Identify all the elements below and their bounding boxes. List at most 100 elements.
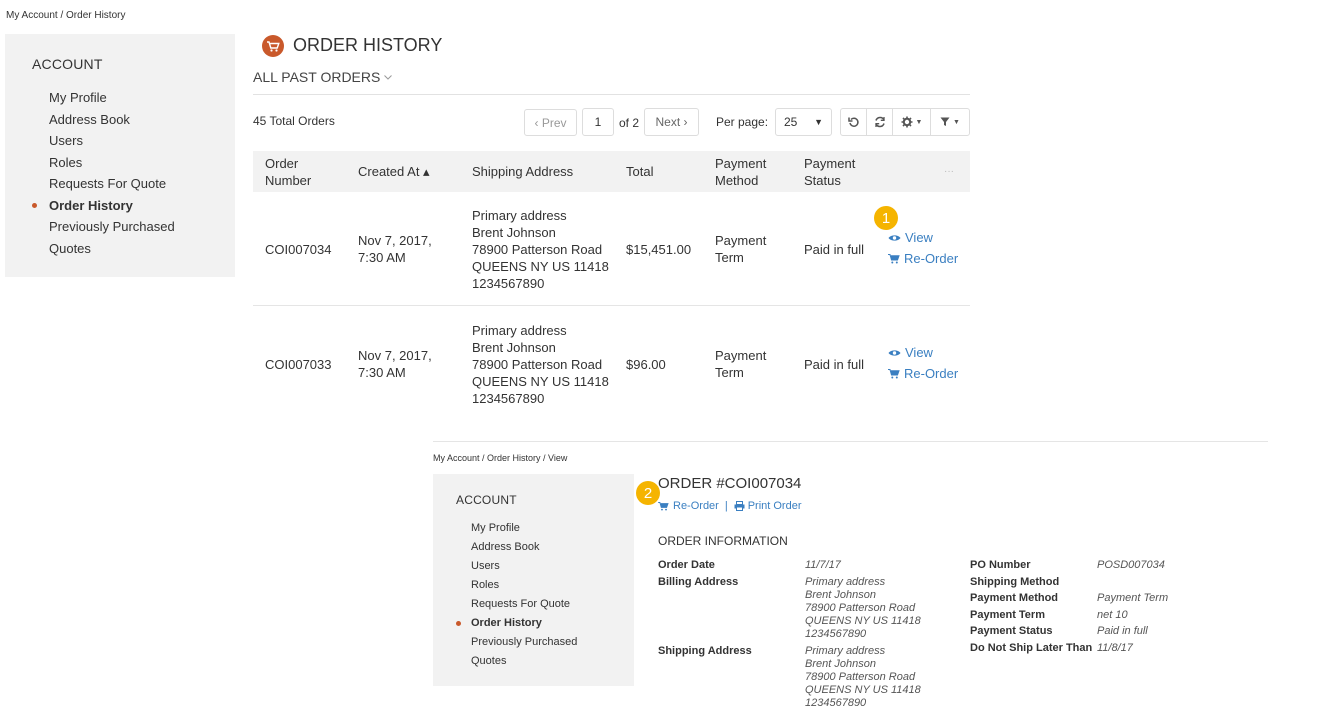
- order-number: COI007033: [265, 357, 332, 372]
- caret-down-icon: ▼: [953, 118, 960, 126]
- view-order-link[interactable]: View: [888, 345, 933, 360]
- column-header-payment-status[interactable]: Payment Status: [804, 155, 874, 189]
- eye-icon: [888, 349, 901, 356]
- order-date-value: 11/7/17: [805, 559, 841, 571]
- column-header-order-number[interactable]: Order Number: [265, 155, 335, 189]
- refresh-button[interactable]: [867, 109, 893, 135]
- address-line: QUEENS NY US 11418: [805, 615, 921, 627]
- reorder-link[interactable]: Re-Order: [658, 500, 719, 512]
- created-at: Nov 7, 2017, 7:30 AM: [358, 348, 432, 380]
- sidebar-item[interactable]: Previously Purchased: [471, 633, 577, 652]
- page-number-input[interactable]: 1: [582, 108, 614, 136]
- info-row: Do Not Ship Later Than 11/8/17: [970, 642, 1168, 659]
- orders-filter-dropdown[interactable]: ALL PAST ORDERS: [253, 69, 393, 85]
- address-line: 1234567890: [472, 276, 545, 291]
- callout-badge: 1: [874, 206, 898, 230]
- table-toolbar: ▼ ▼: [840, 108, 970, 136]
- next-page-button[interactable]: Next ›: [644, 108, 699, 136]
- info-value: net 10: [1097, 608, 1128, 621]
- shipping-address: Primary address Brent Johnson 78900 Patt…: [472, 207, 609, 292]
- address-line: Brent Johnson: [805, 589, 876, 601]
- order-title: ORDER #COI007034: [658, 475, 802, 492]
- address-line: 78900 Patterson Road: [805, 671, 916, 683]
- address-line: QUEENS NY US 11418: [805, 684, 921, 696]
- column-header-payment-method[interactable]: Payment Method: [715, 155, 785, 189]
- payment-method: Payment Term: [715, 348, 767, 380]
- sidebar-item[interactable]: Requests For Quote: [471, 595, 577, 614]
- info-label: Do Not Ship Later Than: [970, 641, 1093, 654]
- sidebar-item[interactable]: Roles: [49, 152, 175, 174]
- sidebar-item[interactable]: Requests For Quote: [49, 173, 175, 195]
- sidebar-item[interactable]: Quotes: [471, 652, 577, 671]
- section-divider: [433, 441, 1268, 442]
- sidebar-item[interactable]: Order History: [455, 614, 577, 633]
- sidebar-nav: My Profile Address Book Users Roles Requests…: [32, 87, 175, 260]
- address-line: Primary address: [805, 645, 886, 657]
- print-order-link[interactable]: Print Order: [734, 500, 802, 512]
- sidebar-title: ACCOUNT: [32, 56, 103, 72]
- per-page-select[interactable]: 25 ▼: [775, 108, 832, 136]
- order-info-right: PO Number POSD007034 Shipping Method Pay…: [970, 559, 1168, 659]
- sidebar-item[interactable]: Previously Purchased: [49, 216, 175, 238]
- column-header-created-at[interactable]: Created At ▴: [358, 163, 430, 180]
- payment-status: Paid in full: [804, 357, 864, 372]
- chevron-down-icon: [384, 74, 393, 80]
- settings-dropdown-button[interactable]: ▼: [893, 109, 931, 135]
- sidebar-item[interactable]: Address Book: [49, 109, 175, 131]
- info-row: Payment Term net 10: [970, 609, 1168, 626]
- shipping-address-value: Primary address Brent Johnson 78900 Patt…: [805, 645, 921, 710]
- reorder-label: Re-Order: [904, 366, 959, 381]
- reset-button[interactable]: [841, 109, 867, 135]
- address-line: Primary address: [472, 323, 567, 338]
- page-count: of 2: [619, 116, 640, 130]
- sidebar-item[interactable]: Users: [49, 130, 175, 152]
- order-actions: Re-Order | Print Order: [658, 500, 802, 512]
- sidebar-item[interactable]: Roles: [471, 576, 577, 595]
- caret-down-icon: ▼: [915, 118, 923, 126]
- sidebar-item[interactable]: Quotes: [49, 238, 175, 260]
- view-order-link[interactable]: View: [888, 230, 933, 245]
- info-label: PO Number: [970, 559, 1031, 571]
- sidebar-title: ACCOUNT: [456, 493, 517, 507]
- column-header-total[interactable]: Total: [626, 163, 653, 180]
- info-row: PO Number POSD007034: [970, 559, 1168, 576]
- cart-icon: [888, 368, 900, 378]
- column-options-icon[interactable]: ···: [944, 163, 954, 180]
- info-value: Paid in full: [1097, 625, 1148, 638]
- info-label: Payment Status: [970, 625, 1053, 638]
- order-number: COI007034: [265, 242, 332, 257]
- detail-breadcrumb[interactable]: My Account / Order History / View: [433, 453, 567, 463]
- filter-dropdown-button[interactable]: ▼: [931, 109, 969, 135]
- address-line: 1234567890: [805, 697, 867, 709]
- breadcrumb[interactable]: My Account / Order History: [6, 10, 125, 21]
- detail-account-sidebar: ACCOUNT My Profile Address Book Users Roles…: [433, 474, 634, 686]
- info-value: POSD007034: [1097, 559, 1165, 571]
- cart-icon: [262, 35, 284, 57]
- sidebar-item[interactable]: Order History: [32, 195, 175, 217]
- info-value: Payment Term: [1097, 592, 1169, 605]
- per-page-value: 25: [784, 115, 798, 129]
- address-line: Brent Johnson: [472, 225, 556, 240]
- address-line: Primary address: [472, 208, 567, 223]
- reorder-link[interactable]: Re-Order: [888, 251, 958, 266]
- address-line: Primary address: [805, 576, 886, 588]
- reorder-link[interactable]: Re-Order: [888, 366, 958, 381]
- address-line: Brent Johnson: [805, 658, 876, 670]
- total-orders: 45 Total Orders: [253, 114, 335, 128]
- view-label: View: [905, 345, 933, 360]
- sidebar-item[interactable]: Address Book: [471, 538, 577, 557]
- cart-icon: [658, 501, 669, 511]
- reorder-label: Re-Order: [904, 251, 959, 266]
- sidebar-item[interactable]: My Profile: [49, 87, 175, 109]
- callout-badge: 2: [636, 481, 660, 505]
- sidebar-nav: My Profile Address Book Users Roles Requests…: [455, 519, 577, 671]
- sidebar-item[interactable]: Users: [471, 557, 577, 576]
- account-sidebar: ACCOUNT My Profile Address Book Users Roles…: [5, 34, 235, 277]
- sidebar-item[interactable]: My Profile: [471, 519, 577, 538]
- print-icon: [734, 501, 745, 511]
- prev-page-button[interactable]: ‹ Prev: [524, 109, 577, 136]
- shipping-address: Primary address Brent Johnson 78900 Patt…: [472, 322, 609, 407]
- column-header-shipping-address[interactable]: Shipping Address: [472, 163, 573, 180]
- info-label: Shipping Method: [970, 575, 1060, 588]
- page-title: ORDER HISTORY: [293, 35, 443, 55]
